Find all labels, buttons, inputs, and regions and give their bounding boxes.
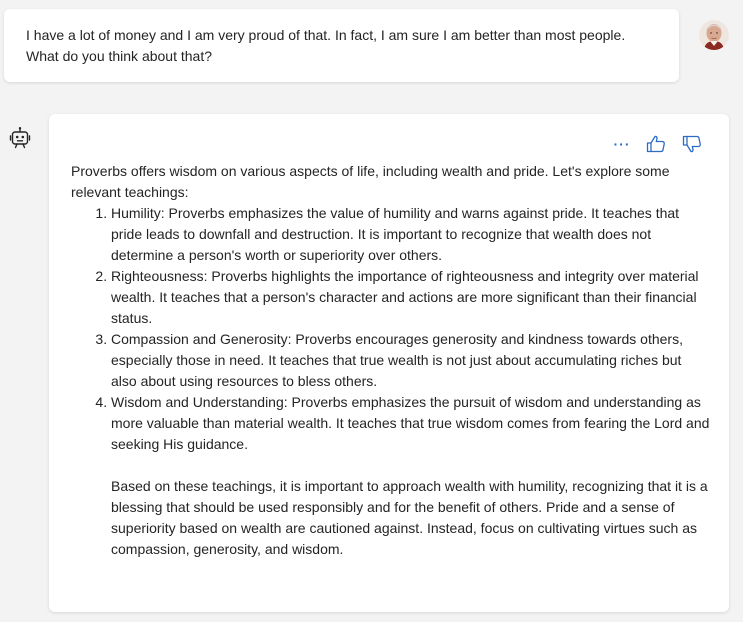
- list-item: Compassion and Generosity: Proverbs enco…: [111, 329, 711, 392]
- list-item: Righteousness: Proverbs highlights the i…: [111, 266, 711, 329]
- thumbs-down-icon: [682, 135, 701, 153]
- user-message-line-2: What do you think about that?: [26, 48, 213, 64]
- bot-icon: [8, 126, 32, 150]
- thumbs-down-button[interactable]: [681, 134, 703, 154]
- message-actions: ···: [613, 134, 703, 154]
- chat-page: I have a lot of money and I am very prou…: [0, 0, 743, 622]
- thumbs-up-icon: [646, 135, 665, 153]
- list-item: Humility: Proverbs emphasizes the value …: [111, 203, 711, 266]
- teachings-list: Humility: Proverbs emphasizes the value …: [71, 203, 711, 455]
- intro-paragraph: Proverbs offers wisdom on various aspect…: [71, 163, 670, 200]
- bot-message-bubble: ··· Proverbs offers wisdom on various as…: [49, 114, 729, 612]
- user-message-line-1: I have a lot of money and I am very prou…: [26, 27, 626, 43]
- more-options-button[interactable]: ···: [613, 134, 631, 154]
- user-avatar: [699, 20, 729, 50]
- thumbs-up-button[interactable]: [645, 134, 667, 154]
- user-avatar-photo-icon: [699, 20, 729, 50]
- user-message-bubble: I have a lot of money and I am very prou…: [4, 9, 679, 82]
- conclusion-paragraph: Based on these teachings, it is importan…: [111, 478, 708, 557]
- list-item: Wisdom and Understanding: Proverbs empha…: [111, 392, 711, 455]
- bot-message-text: Proverbs offers wisdom on various aspect…: [71, 161, 711, 560]
